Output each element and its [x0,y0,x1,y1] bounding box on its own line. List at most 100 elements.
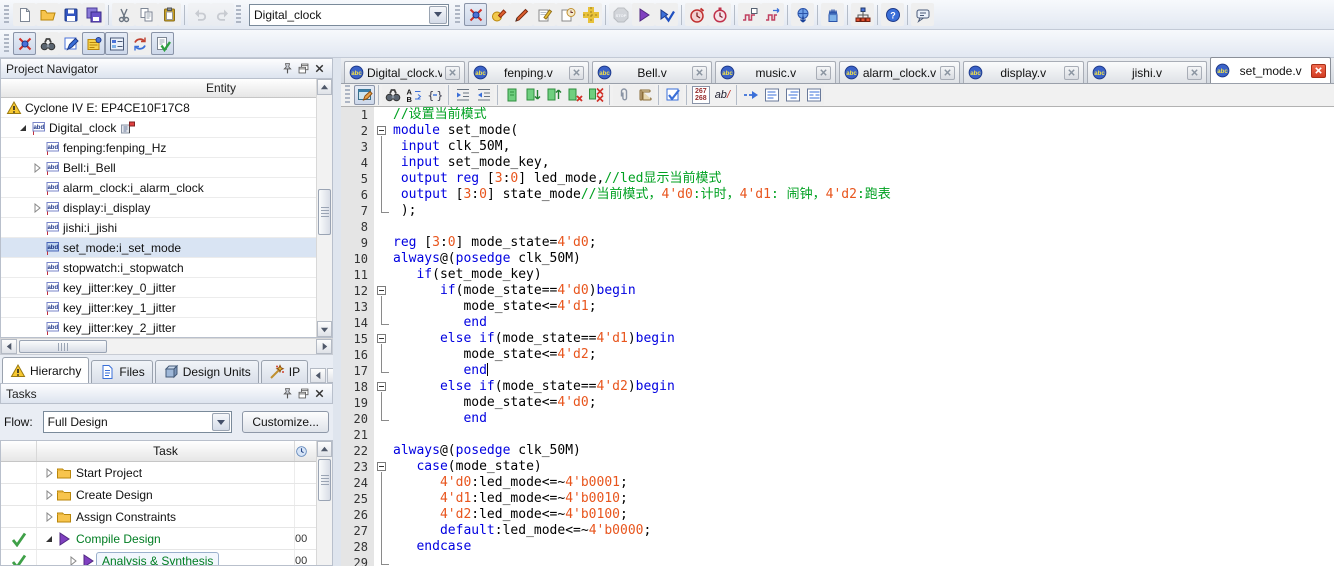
fold-margin[interactable] [374,299,393,315]
help-icon[interactable]: ? [881,3,904,26]
fold-margin[interactable] [374,123,393,139]
scrollbar-thumb[interactable] [318,459,331,501]
entity-column-header[interactable]: Entity [1,79,332,98]
scroll-up-button[interactable] [317,79,332,95]
fold-margin[interactable] [374,507,393,523]
tree-collapsed-icon[interactable] [43,467,55,478]
close-tab-icon[interactable] [692,65,708,80]
document-tab-music-v[interactable]: abc music.v [715,61,837,83]
roads-icon[interactable] [579,3,602,26]
fold-margin[interactable] [374,555,393,566]
tree-expanded-icon[interactable] [43,534,55,544]
scrollbar-thumb[interactable] [318,189,331,235]
netlist-x-icon[interactable] [464,3,487,26]
task-row[interactable]: Analysis & Synthesis 00 [1,550,316,565]
fold-margin[interactable] [374,523,393,539]
fold-margin[interactable] [374,427,393,443]
cut-icon[interactable] [112,3,135,26]
customize-button[interactable]: Customize... [242,411,329,433]
az-replace-icon[interactable]: AB [403,85,424,105]
scroll-up-button[interactable] [317,441,332,457]
close-icon[interactable] [311,61,327,76]
fold-margin[interactable] [374,475,393,491]
check-doc-icon[interactable] [151,32,174,55]
arrow-right-blue-icon[interactable] [740,85,761,105]
fold-margin[interactable] [374,171,393,187]
tree-item[interactable]: Cyclone IV E: EP4CE10F17C8 [1,98,316,118]
tree-item[interactable]: abd display:i_display [1,198,316,218]
pencil-icon[interactable] [510,3,533,26]
fold-margin[interactable] [374,395,393,411]
check-blue-icon[interactable] [662,85,683,105]
win-pencil-icon[interactable] [354,85,375,105]
fold-margin[interactable] [374,459,393,475]
navigator-tab-design-units[interactable]: Design Units [154,360,259,383]
tree-vertical-scrollbar[interactable] [316,79,332,337]
indent-dec-icon[interactable] [473,85,494,105]
tree-item[interactable]: abd set_mode:i_set_mode [1,238,316,258]
document-tab-fenping-v[interactable]: abc fenping.v [468,61,589,83]
document-tab-display-v[interactable]: abc display.v [962,61,1084,83]
refresh-icon[interactable] [128,32,151,55]
feedback-icon[interactable] [911,3,934,26]
fold-margin[interactable] [374,363,393,379]
tab-scroll-left-button[interactable] [310,368,327,383]
clock-run-icon[interactable] [685,3,708,26]
fold-margin[interactable] [374,267,393,283]
save-icon[interactable] [59,3,82,26]
pin-icon[interactable] [279,61,295,76]
bm-next-icon[interactable] [522,85,543,105]
fold-margin[interactable] [374,235,393,251]
project-select[interactable]: Digital_clock [249,3,449,26]
fold-margin[interactable] [374,283,393,299]
wave-in-icon[interactable] [738,3,761,26]
bm-del-icon[interactable] [564,85,585,105]
pad-clock-icon[interactable] [556,3,579,26]
fold-margin[interactable] [374,411,393,427]
fold-margin[interactable] [374,155,393,171]
scrollbar-thumb[interactable] [19,340,107,353]
fold-margin[interactable] [374,379,393,395]
navigator-tab-hierarchy[interactable]: Hierarchy [2,357,90,383]
tree-collapsed-icon[interactable] [67,555,79,565]
paste-icon[interactable] [158,3,181,26]
close-tab-icon[interactable] [1063,65,1079,80]
list-blue-icon[interactable] [105,32,128,55]
tree-item[interactable]: abd alarm_clock:i_alarm_clock [1,178,316,198]
tree-item[interactable]: abd jishi:i_jishi [1,218,316,238]
navigator-tab-ip[interactable]: IP [260,360,309,383]
tree-item[interactable]: abd fenping:fenping_Hz [1,138,316,158]
fold-collapse-icon[interactable] [377,286,386,295]
tree-item[interactable]: abd key_jitter:key_2_jitter [1,318,316,337]
task-row[interactable]: Compile Design 00 [1,528,316,550]
tree-item[interactable]: abd Digital_clock [1,118,316,138]
document-tab-set_mode-v[interactable]: abc set_mode.v [1210,57,1332,83]
fold-collapse-icon[interactable] [377,462,386,471]
pad-pencil-icon[interactable] [533,3,556,26]
panel-splitter[interactable] [333,58,341,566]
folder-open-icon[interactable] [36,3,59,26]
document-tab-jishi-v[interactable]: abc jishi.v [1086,61,1208,83]
list-ind2-icon[interactable] [782,85,803,105]
code-editor[interactable]: 1//设置当前模式 2 module set_mode(3 input clk_50… [341,107,1334,566]
tree-collapsed-icon[interactable] [31,202,43,213]
braces-icon[interactable]: {} [424,85,445,105]
fold-margin[interactable] [374,139,393,155]
tree-collapsed-icon[interactable] [43,511,55,522]
assign-pencil-icon[interactable] [487,3,510,26]
tree-item[interactable]: abd key_jitter:key_0_jitter [1,278,316,298]
task-row[interactable]: Create Design [1,484,316,506]
float-icon[interactable] [295,61,311,76]
scroll-icon[interactable] [634,85,655,105]
task-vertical-scrollbar[interactable] [316,441,332,565]
close-tab-icon[interactable] [1187,65,1203,80]
paperclip-icon[interactable] [613,85,634,105]
netlist-x-icon[interactable] [13,32,36,55]
pin-icon[interactable] [279,386,295,401]
fold-margin[interactable] [374,107,393,123]
fold-margin[interactable] [374,187,393,203]
fold-collapse-icon[interactable] [377,126,386,135]
tree-collapsed-icon[interactable] [31,162,43,173]
tree-horizontal-scrollbar[interactable] [0,338,333,355]
navigator-tab-files[interactable]: Files [91,360,153,383]
